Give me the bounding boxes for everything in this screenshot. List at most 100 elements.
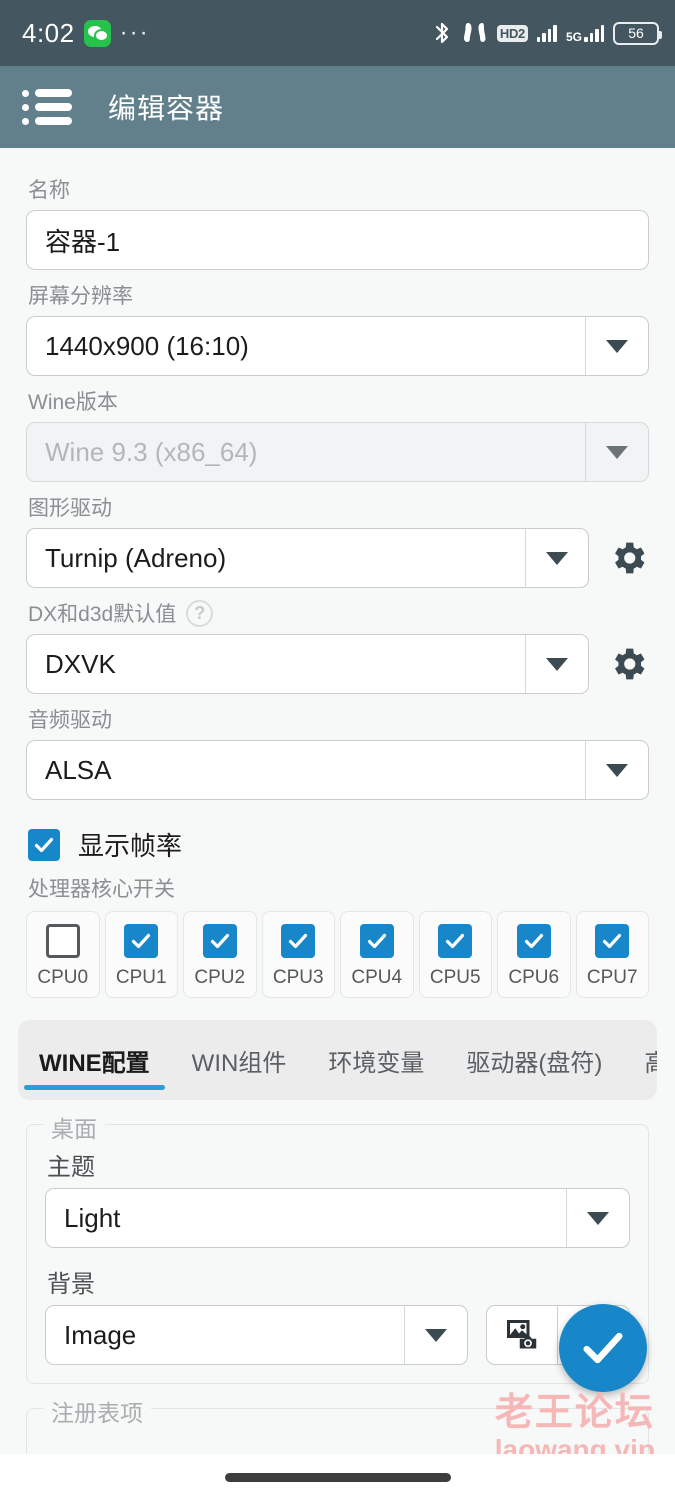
cpu-core-cell[interactable]: CPU3: [261, 911, 335, 998]
cpu-core-label: CPU7: [586, 967, 638, 988]
battery-level: 56: [628, 25, 644, 41]
show-fps-row[interactable]: 显示帧率: [28, 826, 649, 863]
audio-driver-label: 音频驱动: [28, 709, 112, 732]
theme-label: 主题: [47, 1154, 95, 1181]
graphics-driver-value: Turnip (Adreno): [27, 529, 526, 587]
home-gesture-handle[interactable]: [224, 1472, 451, 1482]
wine-version-select[interactable]: Wine 9.3 (x86_64): [26, 422, 649, 482]
check-icon: [603, 933, 622, 949]
cpu-core-cell[interactable]: CPU6: [497, 911, 571, 998]
wine-version-label: Wine版本: [28, 391, 118, 414]
cpu-core-label: CPU1: [115, 967, 167, 988]
cpu-core-label: CPU0: [37, 967, 89, 988]
audio-driver-select[interactable]: ALSA: [26, 740, 649, 800]
chevron-down-icon[interactable]: [567, 1189, 629, 1247]
check-icon: [583, 1332, 623, 1364]
registry-fieldset: 注册表项: [26, 1394, 649, 1454]
tab-wine-config[interactable]: WINE配置: [18, 1020, 171, 1100]
android-nav-bar: [0, 1454, 675, 1500]
chevron-down-icon[interactable]: [526, 529, 588, 587]
scroll-content[interactable]: 名称 容器-1 屏幕分辨率 1440x900 (16:10) Wine版本 Wi…: [0, 148, 675, 1454]
resolution-value: 1440x900 (16:10): [27, 317, 586, 375]
chevron-down-icon[interactable]: [586, 741, 648, 799]
cpu2-checkbox[interactable]: [202, 924, 237, 958]
cpu0-checkbox[interactable]: [45, 924, 80, 958]
cpu-core-cell[interactable]: CPU2: [183, 911, 257, 998]
show-fps-label: 显示帧率: [78, 831, 183, 861]
graphics-driver-select[interactable]: Turnip (Adreno): [26, 528, 589, 588]
name-input-value: 容器-1: [45, 226, 121, 257]
clock: 4:02: [22, 17, 75, 48]
background-value: Image: [46, 1306, 405, 1364]
hd-voice-icon: HD2: [496, 24, 528, 42]
save-fab-button[interactable]: [559, 1304, 647, 1392]
bluetooth-icon: [431, 20, 453, 46]
cpu-core-cell[interactable]: CPU0: [26, 911, 100, 998]
cpu5-checkbox[interactable]: [438, 924, 473, 958]
cpu6-checkbox[interactable]: [516, 924, 551, 958]
cpu7-checkbox[interactable]: [595, 924, 630, 958]
cpu-core-label: CPU4: [351, 967, 403, 988]
dx-d3d-select[interactable]: DXVK: [26, 634, 589, 694]
tab-env-vars[interactable]: 环境变量: [307, 1020, 445, 1100]
check-icon: [289, 933, 308, 949]
help-icon[interactable]: ?: [186, 599, 214, 627]
name-label: 名称: [28, 179, 70, 202]
list-menu-icon[interactable]: [22, 89, 72, 125]
status-bar-left: 4:02 ···: [22, 18, 150, 49]
registry-fieldset-legend: 注册表项: [43, 1394, 151, 1428]
graphics-driver-label: 图形驱动: [28, 497, 112, 520]
desktop-fieldset: 桌面 主题 Light 背景 Image: [26, 1110, 649, 1384]
cpu4-checkbox[interactable]: [359, 924, 394, 958]
cpu3-checkbox[interactable]: [281, 924, 316, 958]
cpu-core-label: CPU3: [272, 967, 324, 988]
check-icon: [132, 933, 151, 949]
resolution-select[interactable]: 1440x900 (16:10): [26, 316, 649, 376]
settings-tabs[interactable]: WINE配置 WIN组件 环境变量 驱动器(盘符) 高: [18, 1020, 657, 1100]
dx-d3d-label-row: DX和d3d默认值 ?: [28, 598, 649, 628]
theme-select[interactable]: Light: [45, 1188, 630, 1248]
resolution-label: 屏幕分辨率: [28, 285, 133, 308]
desktop-fieldset-legend: 桌面: [43, 1110, 105, 1144]
gear-icon[interactable]: [607, 537, 649, 579]
cpu-section-label: 处理器核心开关: [28, 878, 175, 901]
cpu-core-cell[interactable]: CPU1: [104, 911, 178, 998]
check-icon: [524, 933, 543, 949]
name-input[interactable]: 容器-1: [26, 210, 649, 270]
earbuds-icon: [462, 21, 488, 45]
background-select[interactable]: Image: [45, 1305, 468, 1365]
check-icon: [210, 933, 229, 949]
audio-driver-value: ALSA: [27, 741, 586, 799]
status-bar-right: HD2 5G 56: [431, 20, 662, 46]
wine-version-value: Wine 9.3 (x86_64): [27, 423, 586, 481]
chevron-down-icon[interactable]: [586, 423, 648, 481]
chevron-down-icon[interactable]: [405, 1306, 467, 1364]
app-bar: 编辑容器: [0, 66, 675, 148]
cpu-core-cell[interactable]: CPU4: [340, 911, 414, 998]
network-type-label: 5G: [565, 30, 582, 44]
tab-drives[interactable]: 驱动器(盘符): [445, 1020, 623, 1100]
tab-win-components[interactable]: WIN组件: [171, 1020, 308, 1100]
cpu1-checkbox[interactable]: [124, 924, 159, 958]
cpu-core-cell[interactable]: CPU7: [575, 911, 649, 998]
theme-value: Light: [46, 1189, 567, 1247]
gear-icon[interactable]: [607, 643, 649, 685]
cpu-core-label: CPU5: [429, 967, 481, 988]
chevron-down-icon[interactable]: [526, 635, 588, 693]
dx-d3d-value: DXVK: [27, 635, 526, 693]
show-fps-checkbox[interactable]: [28, 828, 60, 861]
notification-overflow-icon: ···: [119, 19, 150, 46]
battery-icon: 56: [613, 21, 662, 45]
dx-d3d-label: DX和d3d默认值: [28, 603, 177, 626]
wechat-icon: [83, 19, 111, 47]
cpu-core-grid: CPU0 CPU1 CPU2 CPU3 CPU4 CPU5 CPU6 CPU7: [26, 911, 649, 998]
chevron-down-icon[interactable]: [586, 317, 648, 375]
cpu-core-label: CPU6: [508, 967, 560, 988]
signal-bars-icon: [536, 24, 557, 42]
image-camera-icon[interactable]: [486, 1305, 558, 1365]
phone-screen: 4:02 ··· HD2 5G 56 编辑容器 名称 容器-1 屏幕分辨率 14…: [0, 0, 675, 1500]
cpu-core-cell[interactable]: CPU5: [418, 911, 492, 998]
check-icon: [34, 837, 54, 852]
tab-advanced[interactable]: 高: [623, 1020, 657, 1100]
page-title: 编辑容器: [108, 93, 225, 124]
